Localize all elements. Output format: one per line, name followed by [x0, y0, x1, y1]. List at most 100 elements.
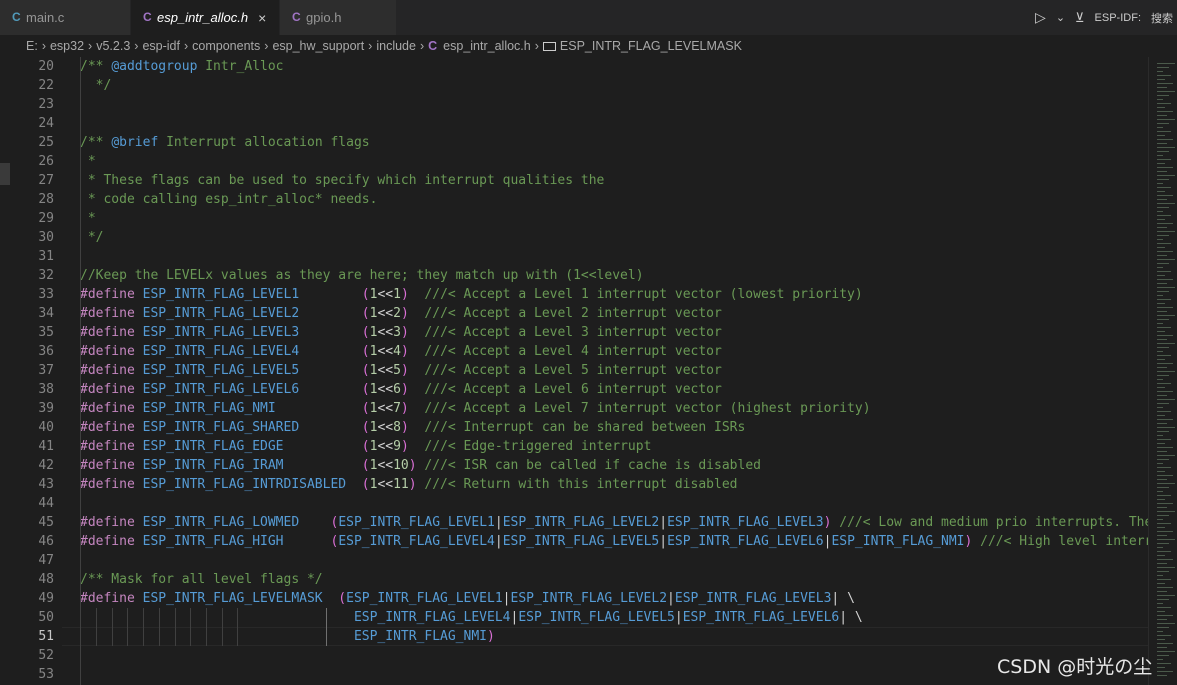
token: #define [80, 344, 135, 359]
search-label[interactable]: 搜索 [1151, 10, 1173, 26]
minimap-line [1157, 295, 1163, 296]
line-number: 52 [38, 648, 54, 663]
code-editor[interactable]: 20/** @addtogroup Intr_Alloc 22 */23 24 25/… [0, 57, 1148, 685]
run-debug-icon[interactable]: ▷ [1035, 9, 1046, 26]
minimap-line [1157, 171, 1167, 172]
token: @addtogroup [111, 59, 198, 74]
chevron-right-icon: › [419, 39, 425, 53]
token: ( [361, 458, 370, 473]
minimap-line [1157, 283, 1167, 284]
chevron-down-icon[interactable]: ⌄ [1056, 11, 1065, 24]
code-line[interactable]: 23 [0, 95, 1148, 114]
line-number: 33 [38, 287, 54, 302]
code-line[interactable]: 25 /** @brief Interrupt allocation flags [0, 133, 1148, 152]
token: ESP_INTR_FLAG_LEVEL5 [518, 610, 675, 625]
breadcrumb-item[interactable]: esp_intr_alloc.h [443, 39, 531, 53]
minimap-line [1157, 631, 1163, 632]
breadcrumb-item[interactable]: esp-idf [142, 39, 180, 53]
code-line[interactable]: 28 * code calling esp_intr_alloc* needs. [0, 190, 1148, 209]
minimap-line [1157, 187, 1171, 188]
code-line[interactable]: 49 #define ESP_INTR_FLAG_LEVELMASK (ESP_I… [0, 589, 1148, 608]
token: ( [361, 344, 370, 359]
code-line[interactable]: 45 #define ESP_INTR_FLAG_LOWMED (ESP_INTR… [0, 513, 1148, 532]
chevron-right-icon: › [41, 39, 46, 53]
code-line[interactable]: 26 * [0, 152, 1148, 171]
tab-2[interactable]: Cgpio.h [280, 0, 397, 35]
breadcrumb-item[interactable]: components [192, 39, 260, 53]
code-line[interactable]: 27 * These flags can be used to specify … [0, 171, 1148, 190]
tab-1[interactable]: Cesp_intr_alloc.h × [131, 0, 280, 35]
token: ///< Return with this interrupt disabled [416, 477, 738, 492]
code-line[interactable]: 41 #define ESP_INTR_FLAG_EDGE (1<<9) ///<… [0, 437, 1148, 456]
tab-0[interactable]: Cmain.c [0, 0, 131, 35]
breadcrumb-item[interactable]: include [376, 39, 416, 53]
code-line[interactable]: 34 #define ESP_INTR_FLAG_LEVEL2 (1<<2) //… [0, 304, 1148, 323]
code-text: * These flags can be used to specify whi… [80, 171, 605, 190]
code-line[interactable]: 52 [0, 646, 1148, 665]
minimap[interactable] [1148, 57, 1177, 685]
token: #define [80, 458, 135, 473]
code-line[interactable]: 33 #define ESP_INTR_FLAG_LEVEL1 (1<<1) //… [0, 285, 1148, 304]
code-line[interactable]: 44 [0, 494, 1148, 513]
code-line[interactable]: 20 /** @addtogroup Intr_Alloc [0, 57, 1148, 76]
code-line[interactable]: 30 */ [0, 228, 1148, 247]
breadcrumb-item[interactable]: esp_hw_support [272, 39, 364, 53]
line-number: 48 [38, 572, 54, 587]
minimap-line [1157, 411, 1171, 412]
minimap-line [1157, 371, 1175, 372]
minimap-line [1157, 87, 1167, 88]
token: ( [361, 420, 370, 435]
code-line[interactable]: 37 #define ESP_INTR_FLAG_LEVEL5 (1<<5) //… [0, 361, 1148, 380]
chevron-right-icon: › [264, 39, 269, 53]
code-line[interactable]: 22 */ [0, 76, 1148, 95]
code-line[interactable]: 36 #define ESP_INTR_FLAG_LEVEL4 (1<<4) //… [0, 342, 1148, 361]
code-line[interactable]: 29 * [0, 209, 1148, 228]
minimap-line [1157, 67, 1169, 68]
code-line[interactable]: 35 #define ESP_INTR_FLAG_LEVEL3 (1<<3) //… [0, 323, 1148, 342]
code-line[interactable]: 40 #define ESP_INTR_FLAG_SHARED (1<<8) //… [0, 418, 1148, 437]
save-icon[interactable]: ⊻ [1075, 10, 1085, 26]
minimap-line [1157, 299, 1171, 300]
code-line[interactable]: 50 ESP_INTR_FLAG_LEVEL4 |ESP_INTR_FLAG_LE… [0, 608, 1148, 627]
breadcrumb-item[interactable]: E: [26, 39, 38, 53]
code-line[interactable]: 32 //Keep the LEVELx values as they are h… [0, 266, 1148, 285]
breadcrumb-item[interactable]: ESP_INTR_FLAG_LEVELMASK [560, 39, 742, 53]
token: << [377, 344, 394, 359]
chevron-right-icon: › [534, 39, 539, 53]
code-line[interactable]: 46 #define ESP_INTR_FLAG_HIGH (ESP_INTR_F… [0, 532, 1148, 551]
code-line[interactable]: 47 [0, 551, 1148, 570]
breadcrumb-item[interactable]: v5.2.3 [96, 39, 130, 53]
code-line[interactable]: 42 #define ESP_INTR_FLAG_IRAM (1<<10) ///… [0, 456, 1148, 475]
minimap-line [1157, 155, 1163, 156]
minimap-line [1157, 451, 1167, 452]
code-text: #define ESP_INTR_FLAG_LEVELMASK (ESP_INT… [80, 589, 855, 608]
minimap-line [1157, 443, 1165, 444]
esp-idf-label[interactable]: ESP-IDF: [1095, 12, 1141, 24]
token: ) [408, 477, 417, 492]
minimap-line [1157, 423, 1167, 424]
code-line[interactable]: 51 ESP_INTR_FLAG_NMI) [0, 627, 1148, 646]
code-text: #define ESP_INTR_FLAG_INTRDISABLED (1<<1… [80, 475, 737, 494]
code-line[interactable]: 38 #define ESP_INTR_FLAG_LEVEL6 (1<<6) //… [0, 380, 1148, 399]
code-line[interactable]: 31 [0, 247, 1148, 266]
code-line[interactable]: 43 #define ESP_INTR_FLAG_INTRDISABLED (1<… [0, 475, 1148, 494]
code-line[interactable]: 48 /** Mask for all level flags */ [0, 570, 1148, 589]
close-icon[interactable]: × [258, 10, 266, 26]
token: /** [80, 135, 112, 150]
code-line[interactable]: 24 [0, 114, 1148, 133]
minimap-line [1157, 203, 1175, 204]
token: | \ [831, 591, 855, 606]
token: ESP_INTR_FLAG_LEVEL5 [142, 363, 300, 378]
indent-guide [190, 608, 192, 646]
minimap-line [1157, 379, 1163, 380]
token: ///< Low and medium prio interrupts. The… [831, 515, 1148, 530]
code-line[interactable]: 39 #define ESP_INTR_FLAG_NMI (1<<7) ///< … [0, 399, 1148, 418]
token: ESP_INTR_FLAG_LEVEL1 [346, 591, 503, 606]
token: 2 [393, 306, 401, 321]
token: ESP_INTR_FLAG_LEVEL2 [502, 515, 660, 530]
minimap-line [1157, 551, 1171, 552]
breadcrumb-item[interactable]: esp32 [50, 39, 84, 53]
line-number: 38 [38, 382, 54, 397]
code-line[interactable]: 53 [0, 665, 1148, 684]
